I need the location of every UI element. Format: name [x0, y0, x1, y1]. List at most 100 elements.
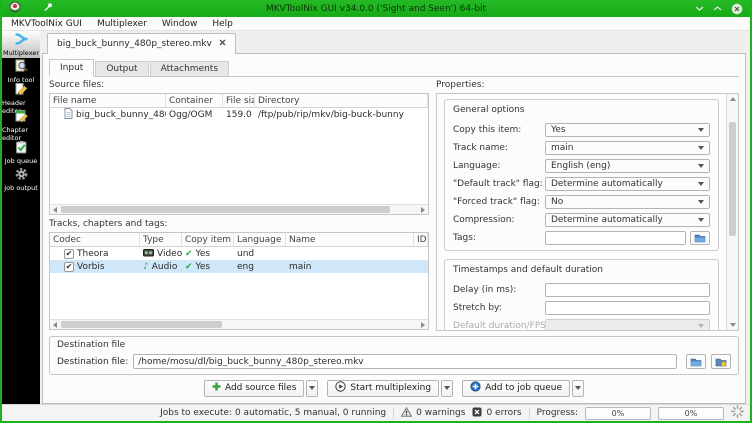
- chevron-down-icon: [698, 146, 704, 150]
- chevron-down-icon: [698, 324, 704, 328]
- progress-label: Progress:: [536, 408, 578, 418]
- sidebar-item-label: Job output: [4, 184, 38, 192]
- source-file-row[interactable]: big_buck_bunny_480p_... Ogg/OGM 159.0 ..…: [50, 108, 428, 121]
- default-track-flag-select[interactable]: Determine automatically: [545, 177, 710, 191]
- video-icon: [143, 248, 154, 260]
- progress-bar-total: 0%: [658, 406, 724, 420]
- chevron-down-icon: [698, 200, 704, 204]
- copy-this-item-label: Copy this item:: [453, 125, 522, 135]
- add-to-job-queue-button[interactable]: Add to job queue: [462, 379, 571, 397]
- statusbar: Jobs to execute: 0 automatic, 5 manual, …: [2, 404, 750, 421]
- column-header-id[interactable]: ID: [414, 233, 428, 246]
- scroll-left-icon[interactable]: [50, 205, 60, 214]
- tab-input[interactable]: Input: [49, 59, 95, 77]
- column-header-directory[interactable]: Directory: [255, 94, 428, 107]
- gear-icon: [14, 167, 29, 183]
- sidebar-item-label: Multiplexer: [2, 49, 40, 57]
- browse-tags-button[interactable]: [690, 231, 710, 245]
- copy-this-item-select[interactable]: Yes: [545, 123, 710, 137]
- tags-input[interactable]: [545, 231, 686, 245]
- checkbox-checked[interactable]: ✔: [64, 248, 74, 259]
- destination-file-label: Destination file:: [57, 356, 129, 367]
- file-name: big_buck_bunny_480p_...: [76, 109, 166, 120]
- minimize-icon[interactable]: [695, 5, 704, 12]
- language-select[interactable]: English (eng): [545, 159, 710, 173]
- column-header-name[interactable]: Name: [286, 233, 414, 246]
- default-duration-label: Default duration/FPS:: [453, 321, 545, 330]
- play-icon: [335, 381, 347, 395]
- column-header-language[interactable]: Language: [234, 233, 286, 246]
- tab-attachments[interactable]: Attachments: [149, 61, 230, 76]
- subtabs: Input Output Attachments: [49, 58, 739, 77]
- forced-track-flag-label: "Forced track" flag:: [453, 197, 540, 207]
- sidebar-item-job-output[interactable]: Job output: [2, 166, 40, 193]
- spinner-icon: [731, 405, 744, 421]
- add-source-files-button[interactable]: Add source files: [203, 379, 305, 397]
- browse-destination-button[interactable]: [686, 354, 706, 369]
- track-name-combo[interactable]: main: [545, 141, 710, 155]
- column-header-type[interactable]: Type: [140, 233, 182, 246]
- menu-multiplexer[interactable]: Multiplexer: [97, 19, 147, 29]
- destination-file-input[interactable]: [133, 354, 677, 369]
- start-multiplexing-menu-button[interactable]: [441, 379, 454, 397]
- track-row-theora[interactable]: ✔ Theora Video ✔ Yes und: [50, 247, 428, 260]
- folder-new-icon: [715, 358, 727, 367]
- properties-vscrollbar[interactable]: [726, 94, 738, 330]
- chevron-down-icon: [575, 386, 582, 390]
- app-icon: [9, 1, 21, 16]
- sidebar-item-label: Job queue: [4, 157, 38, 165]
- source-files-hscrollbar[interactable]: [50, 204, 428, 214]
- stretch-by-input[interactable]: [545, 301, 710, 315]
- track-type: Audio: [151, 261, 178, 272]
- column-header-file-size[interactable]: File size: [223, 94, 255, 107]
- scroll-up-icon[interactable]: [727, 94, 738, 104]
- file-icon: [64, 108, 73, 121]
- menu-help[interactable]: Help: [212, 19, 233, 29]
- pin-icon: [43, 2, 53, 15]
- titlebar: MKVToolNix GUI v34.0.0 ('Sight and Seen'…: [2, 0, 750, 17]
- menu-mkvtoolnix-gui[interactable]: MKVToolNix GUI: [11, 19, 82, 29]
- scroll-right-icon[interactable]: [418, 205, 428, 214]
- compression-select[interactable]: Determine automatically: [545, 213, 710, 227]
- forced-track-flag-select[interactable]: No: [545, 195, 710, 209]
- column-header-codec[interactable]: Codec: [50, 233, 140, 246]
- add-source-files-menu-button[interactable]: [306, 379, 319, 397]
- tab-output[interactable]: Output: [95, 61, 149, 76]
- tab-close-icon[interactable]: [219, 39, 226, 49]
- scroll-down-icon[interactable]: [727, 320, 738, 330]
- check-icon: ✔: [185, 248, 193, 259]
- scroll-right-icon[interactable]: [418, 320, 428, 329]
- scroll-left-icon[interactable]: [50, 320, 60, 329]
- stretch-by-label: Stretch by:: [453, 303, 502, 313]
- chevron-down-icon: [444, 386, 451, 390]
- column-header-container[interactable]: Container: [166, 94, 223, 107]
- document-tab[interactable]: big_buck_bunny_480p_stereo.mkv: [47, 33, 236, 54]
- document-tabbar: big_buck_bunny_480p_stereo.mkv: [42, 31, 746, 54]
- start-multiplexing-button[interactable]: Start multiplexing: [327, 379, 440, 397]
- column-header-file-name[interactable]: File name: [50, 94, 166, 107]
- close-icon[interactable]: [731, 3, 743, 15]
- column-header-copy-item[interactable]: Copy item: [182, 233, 234, 246]
- sidebar-item-header-editor[interactable]: Header editor: [2, 83, 40, 115]
- tool-sidebar: Multiplexer Info tool Header editor Chap…: [2, 31, 40, 404]
- checkbox-checked[interactable]: ✔: [64, 261, 74, 272]
- sidebar-item-info-tool[interactable]: Info tool: [2, 58, 40, 85]
- container: Ogg/OGM: [169, 109, 213, 120]
- maximize-icon[interactable]: [713, 5, 722, 12]
- source-files-table: File name Container File size Directory …: [49, 93, 429, 215]
- document-tab-label: big_buck_bunny_480p_stereo.mkv: [57, 39, 212, 49]
- destination-group-title: Destination file: [57, 340, 126, 350]
- sidebar-item-multiplexer[interactable]: Multiplexer: [2, 31, 40, 58]
- menu-window[interactable]: Window: [162, 19, 198, 29]
- sidebar-item-chapter-editor[interactable]: Chapter editor: [2, 110, 40, 142]
- sidebar-item-job-queue[interactable]: Job queue: [2, 139, 40, 166]
- check-icon: ✔: [185, 261, 193, 272]
- tracks-label: Tracks, chapters and tags:: [49, 219, 168, 229]
- tracks-hscrollbar[interactable]: [50, 319, 428, 329]
- add-to-job-queue-menu-button[interactable]: [572, 379, 585, 397]
- track-type: Video: [157, 248, 182, 259]
- chevron-down-icon: [698, 128, 704, 132]
- delay-input[interactable]: [545, 283, 710, 297]
- new-destination-button[interactable]: [711, 354, 731, 369]
- track-row-vorbis[interactable]: ✔ Vorbis ♪ Audio ✔ Yes eng main: [50, 260, 428, 273]
